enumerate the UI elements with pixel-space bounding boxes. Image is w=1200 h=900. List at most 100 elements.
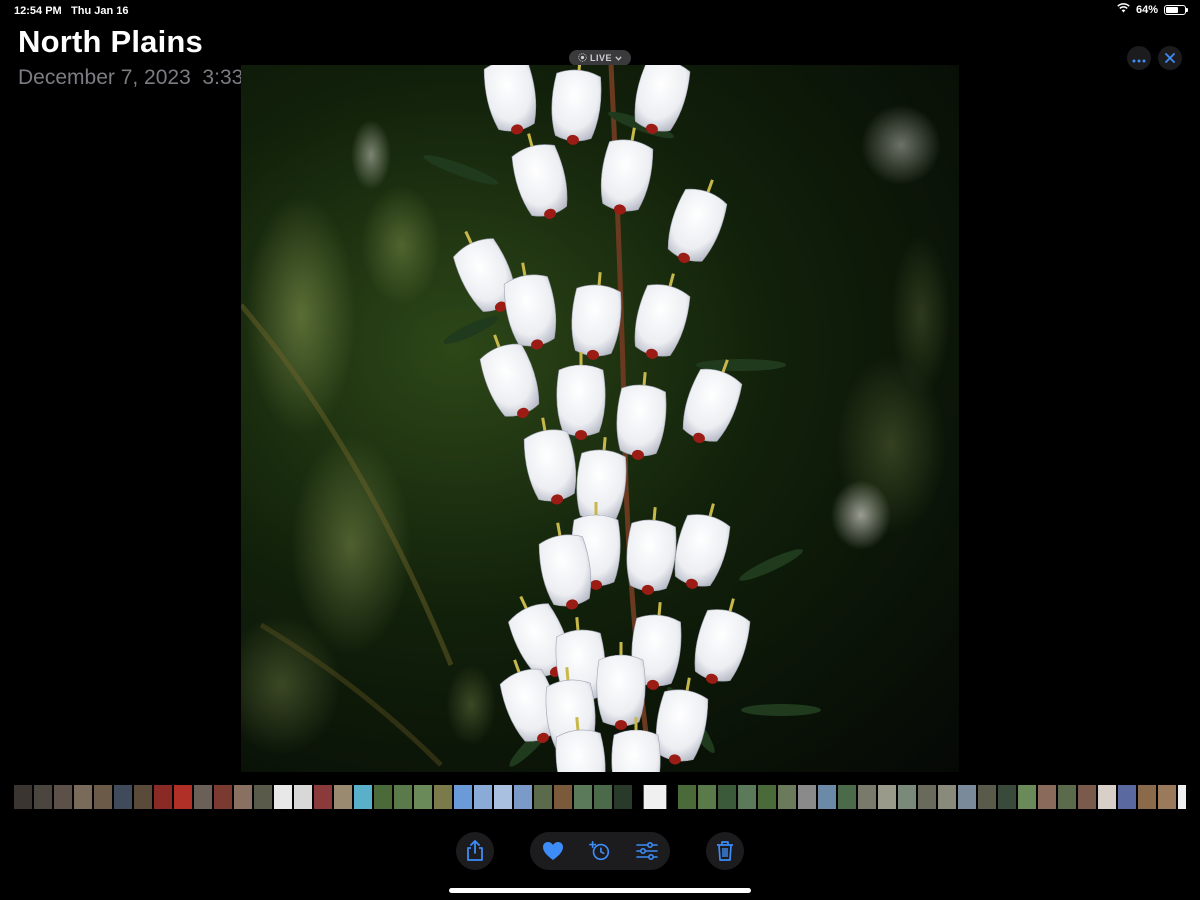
live-photo-icon — [578, 52, 587, 64]
thumbnail[interactable] — [858, 785, 876, 809]
thumbnail[interactable] — [1058, 785, 1076, 809]
thumbnail[interactable] — [494, 785, 512, 809]
thumbnail[interactable] — [778, 785, 796, 809]
thumbnail[interactable] — [374, 785, 392, 809]
thumbnail[interactable] — [254, 785, 272, 809]
heart-icon — [543, 842, 564, 860]
live-photo-edit-icon — [588, 840, 610, 861]
ellipsis-icon — [1132, 51, 1146, 66]
chevron-down-icon — [615, 53, 622, 63]
flower-bell — [556, 352, 606, 440]
thumbnail[interactable] — [698, 785, 716, 809]
more-button[interactable] — [1127, 46, 1151, 70]
live-badge[interactable]: LIVE — [569, 50, 631, 66]
action-group — [530, 832, 670, 870]
close-icon — [1165, 51, 1175, 66]
thumbnail[interactable] — [454, 785, 472, 809]
thumbnail[interactable] — [878, 785, 896, 809]
thumbnail[interactable] — [94, 785, 112, 809]
thumbnail[interactable] — [918, 785, 936, 809]
thumbnail[interactable] — [898, 785, 916, 809]
thumbnail[interactable] — [274, 785, 292, 809]
thumbnail[interactable] — [738, 785, 756, 809]
thumbnail[interactable] — [174, 785, 192, 809]
thumbnail[interactable] — [54, 785, 72, 809]
sliders-icon — [635, 842, 658, 860]
battery-percent: 64% — [1135, 3, 1158, 16]
thumbnail[interactable] — [958, 785, 976, 809]
thumbnail[interactable] — [1178, 785, 1186, 809]
thumbnail[interactable] — [614, 785, 632, 809]
flower-bell — [626, 507, 677, 595]
thumbnail[interactable] — [394, 785, 412, 809]
favorite-button[interactable] — [541, 839, 565, 863]
thumbnail[interactable] — [1018, 785, 1036, 809]
adjust-button[interactable] — [635, 839, 659, 863]
trash-icon — [713, 839, 737, 863]
thumbnail[interactable] — [818, 785, 836, 809]
thumbnail[interactable] — [74, 785, 92, 809]
status-right: 64% — [1117, 3, 1188, 16]
flower-cluster — [453, 65, 751, 772]
thumbnail[interactable] — [334, 785, 352, 809]
thumbnail[interactable] — [414, 785, 432, 809]
thumbnail[interactable] — [34, 785, 52, 809]
battery-fill — [1166, 6, 1178, 13]
thumbnail[interactable] — [594, 785, 612, 809]
thumbnail[interactable] — [114, 785, 132, 809]
thumbnail[interactable] — [838, 785, 856, 809]
thumbnail[interactable] — [194, 785, 212, 809]
thumbnail[interactable] — [1158, 785, 1176, 809]
home-indicator[interactable] — [449, 888, 751, 893]
thumbnail[interactable] — [998, 785, 1016, 809]
thumbnail[interactable] — [1078, 785, 1096, 809]
thumbnail[interactable] — [978, 785, 996, 809]
flower-bell — [571, 272, 622, 360]
battery-icon — [1164, 4, 1188, 15]
thumbnail[interactable] — [1118, 785, 1136, 809]
thumbnail[interactable] — [1098, 785, 1116, 809]
thumbnail[interactable] — [154, 785, 172, 809]
thumbnail[interactable] — [798, 785, 816, 809]
status-time: 12:54 PM — [14, 5, 62, 17]
thumbnail[interactable] — [718, 785, 736, 809]
live-photo-edit-button[interactable] — [588, 839, 612, 863]
thumbnail[interactable] — [1038, 785, 1056, 809]
thumbnail[interactable] — [474, 785, 492, 809]
thumbnail[interactable] — [534, 785, 552, 809]
live-badge-label: LIVE — [589, 53, 612, 63]
thumbnail[interactable] — [314, 785, 332, 809]
flower-bell — [634, 273, 691, 359]
thumbnail[interactable] — [938, 785, 956, 809]
thumbnail[interactable] — [554, 785, 572, 809]
thumbnail[interactable] — [294, 785, 312, 809]
share-button[interactable] — [456, 832, 494, 870]
thumbnail[interactable] — [574, 785, 592, 809]
wifi-icon — [1117, 3, 1130, 16]
delete-button[interactable] — [706, 832, 744, 870]
thumbnail[interactable] — [354, 785, 372, 809]
flower-photo — [241, 65, 951, 772]
thumbnail[interactable] — [678, 785, 696, 809]
thumbnail-current[interactable] — [643, 785, 667, 809]
thumbnail[interactable] — [434, 785, 452, 809]
close-button[interactable] — [1158, 46, 1182, 70]
status-bar: 12:54 PM Thu Jan 16 64% — [0, 0, 1200, 22]
thumbnail[interactable] — [514, 785, 532, 809]
thumbnail[interactable] — [14, 785, 32, 809]
thumbnail[interactable] — [1138, 785, 1156, 809]
thumbnail[interactable] — [758, 785, 776, 809]
thumbnail[interactable] — [234, 785, 252, 809]
flower-bell — [551, 65, 602, 145]
thumbnail[interactable] — [214, 785, 232, 809]
thumbnail-filmstrip[interactable] — [14, 785, 1186, 809]
flower-bell — [511, 133, 568, 219]
flower-bell — [667, 179, 728, 264]
flower-bell — [694, 598, 751, 684]
thumbnail[interactable] — [134, 785, 152, 809]
photo-view[interactable] — [241, 65, 959, 772]
flower-bell — [483, 65, 537, 135]
flower-bell — [600, 127, 654, 215]
status-date: Thu Jan 16 — [71, 5, 129, 17]
flower-bell — [674, 503, 731, 589]
